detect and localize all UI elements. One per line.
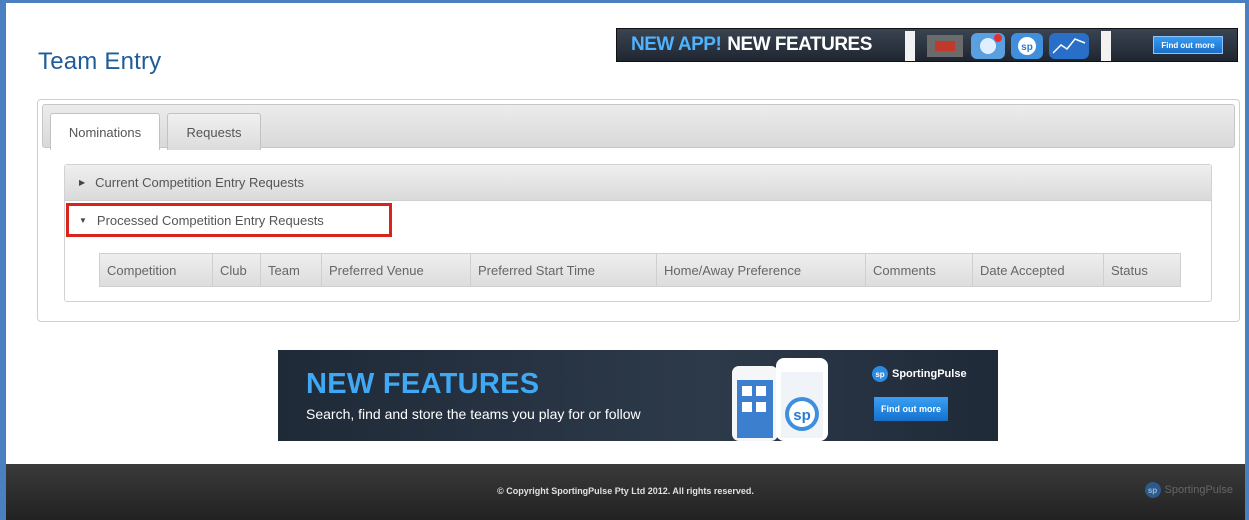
copyright-text: © Copyright SportingPulse Pty Ltd 2012. … bbox=[497, 486, 754, 496]
top-banner-find-out-more-button[interactable]: Find out more bbox=[1153, 36, 1223, 54]
sportingpulse-logo-icon: sp bbox=[872, 366, 888, 382]
tab-bar: Nominations Requests bbox=[42, 104, 1235, 150]
column-header[interactable]: Competition bbox=[100, 254, 213, 286]
bottom-banner-headline: NEW FEATURES bbox=[306, 368, 540, 400]
triangle-right-icon: ▶ bbox=[79, 178, 86, 187]
current-requests-label: Current Competition Entry Requests bbox=[95, 175, 304, 190]
column-header[interactable]: Comments bbox=[866, 254, 973, 286]
column-header[interactable]: Preferred Venue bbox=[322, 254, 471, 286]
team-entry-panel: Nominations Requests ▶ Current Competiti… bbox=[37, 99, 1240, 322]
phones-image: sp bbox=[732, 358, 828, 441]
bottom-banner-subtext: Search, find and store the teams you pla… bbox=[306, 406, 641, 422]
current-requests-header[interactable]: ▶ Current Competition Entry Requests bbox=[65, 165, 1211, 201]
sportingpulse-logo-icon: sp bbox=[1144, 482, 1161, 498]
app-icons-image: sp bbox=[905, 31, 1111, 61]
banner-headline-highlight: NEW APP! bbox=[631, 34, 722, 55]
brand-name: SportingPulse bbox=[892, 368, 967, 380]
sportingpulse-brand: sp SportingPulse bbox=[872, 366, 967, 382]
column-header[interactable]: Preferred Start Time bbox=[471, 254, 657, 286]
column-header[interactable]: Date Accepted bbox=[973, 254, 1104, 286]
column-header[interactable]: Club bbox=[213, 254, 261, 286]
annotation-highlight-box bbox=[66, 203, 392, 237]
footer-logo-text: SportingPulse bbox=[1164, 484, 1234, 496]
processed-requests-table-header: Competition Club Team Preferred Venue Pr… bbox=[99, 253, 1181, 287]
requests-content: ▶ Current Competition Entry Requests ▼ P… bbox=[64, 164, 1212, 302]
tab-nominations[interactable]: Nominations bbox=[50, 113, 160, 150]
tab-requests[interactable]: Requests bbox=[167, 113, 261, 150]
footer-logo[interactable]: sp SportingPulse bbox=[1144, 482, 1234, 498]
column-header[interactable]: Status bbox=[1104, 254, 1180, 286]
bottom-banner-ad[interactable]: NEW FEATURES Search, find and store the … bbox=[278, 350, 998, 441]
svg-text:sp: sp bbox=[793, 407, 811, 424]
banner-headline: NEW FEATURES bbox=[727, 34, 872, 55]
svg-text:sp: sp bbox=[1021, 42, 1033, 53]
bottom-banner-find-out-more-button[interactable]: Find out more bbox=[874, 397, 948, 421]
column-header[interactable]: Team bbox=[261, 254, 322, 286]
column-header[interactable]: Home/Away Preference bbox=[657, 254, 866, 286]
top-banner-ad[interactable]: NEW APP! NEW FEATURES sp Find out more bbox=[616, 28, 1238, 62]
footer: © Copyright SportingPulse Pty Ltd 2012. … bbox=[6, 464, 1245, 520]
page-title: Team Entry bbox=[38, 48, 162, 75]
